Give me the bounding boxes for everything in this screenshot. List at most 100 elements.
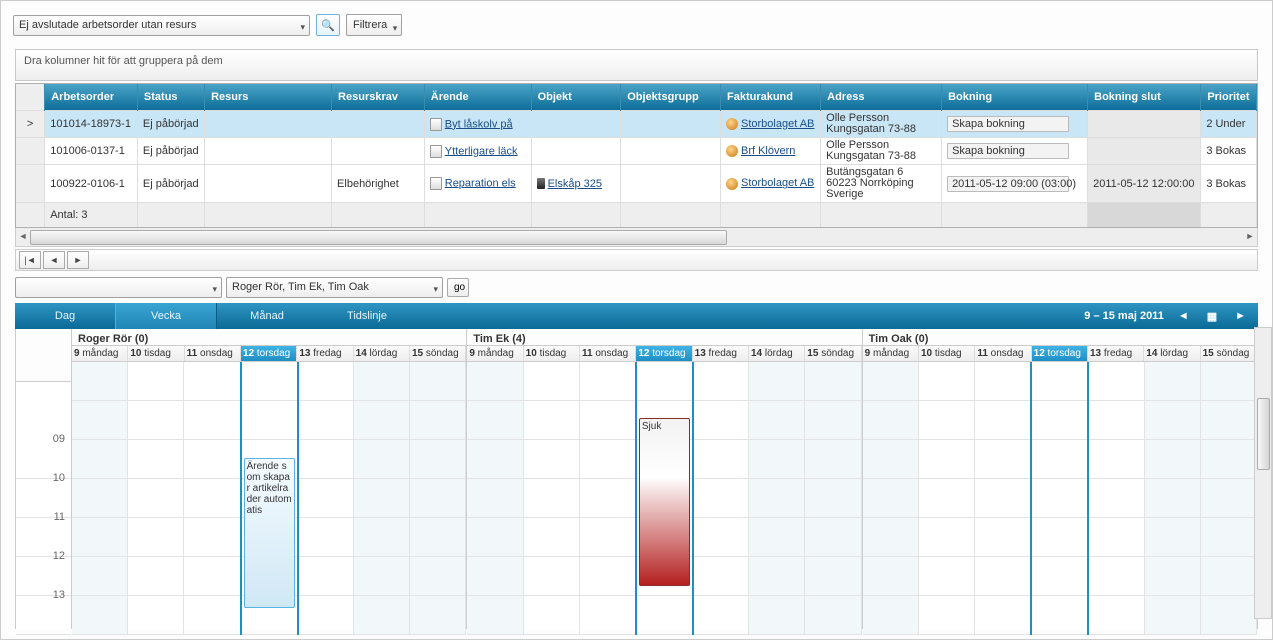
scroll-thumb[interactable]: [1257, 398, 1270, 470]
cell: Butängsgatan 6 60223 Norrköping Sverige: [821, 165, 942, 203]
resource-name: Tim Oak (0): [863, 329, 1257, 345]
tab-timeline[interactable]: Tidslinje: [317, 303, 417, 329]
booking-cell[interactable]: Skapa bokning: [942, 138, 1088, 165]
customer-icon: [726, 178, 738, 190]
cell-link[interactable]: Storbolaget AB: [720, 111, 820, 138]
hour-label: 11: [54, 511, 65, 523]
tab-month[interactable]: Månad: [217, 303, 317, 329]
col-bokning-slut[interactable]: Bokning slut: [1088, 84, 1201, 111]
cell: 101006-0137-1: [45, 138, 138, 165]
col-prioritet[interactable]: Prioritet: [1201, 84, 1257, 111]
table-row[interactable]: 101006-0137-1 Ej påbörjad Ytterligare lä…: [16, 138, 1257, 165]
cell: Ej påbörjad: [137, 111, 204, 138]
nav-prev-button[interactable]: ◄: [43, 251, 65, 269]
object-icon: [537, 178, 545, 189]
col-fakturakund[interactable]: Fakturakund: [720, 84, 820, 111]
col-arbetsorder[interactable]: Arbetsorder: [45, 84, 138, 111]
prev-week-button[interactable]: ◄: [1174, 310, 1193, 322]
total-label: Antal: 3: [45, 203, 138, 228]
total-row: Antal: 3: [16, 203, 1257, 228]
cell: [531, 138, 621, 165]
resource-name: Tim Ek (4): [467, 329, 861, 345]
col-status[interactable]: Status: [137, 84, 204, 111]
col-bokning[interactable]: Bokning: [942, 84, 1088, 111]
col-objekt[interactable]: Objekt: [531, 84, 621, 111]
cell: 3 Bokas: [1201, 165, 1257, 203]
cell: [1088, 111, 1201, 138]
grid-header-row: Arbetsorder Status Resurs Resurskrav Äre…: [16, 84, 1257, 111]
cell: Ej påbörjad: [137, 165, 204, 203]
cell: 2011-05-12 12:00:00: [1088, 165, 1201, 203]
table-row[interactable]: 100922-0106-1 Ej påbörjad Elbehörighet R…: [16, 165, 1257, 203]
cell: Elbehörighet: [332, 165, 425, 203]
cell: 3 Bokas: [1201, 138, 1257, 165]
cell: Ej påbörjad: [137, 138, 204, 165]
group-by-bar[interactable]: Dra kolumner hit för att gruppera på dem: [15, 49, 1258, 81]
search-icon[interactable]: 🔍: [316, 14, 340, 36]
cell: 2 Under: [1201, 111, 1257, 138]
next-week-button[interactable]: ►: [1231, 310, 1250, 322]
date-range-label: 9 – 15 maj 2011: [1084, 310, 1164, 322]
cell: 100922-0106-1: [45, 165, 138, 203]
resource-column: Roger Rör (0) 9 måndag 10 tisdag 11 onsd…: [72, 329, 467, 629]
hour-label: 13: [53, 589, 65, 601]
left-empty-combo[interactable]: [15, 277, 222, 298]
booking-cell[interactable]: Skapa bokning: [942, 111, 1088, 138]
go-button[interactable]: go: [447, 278, 469, 297]
cell-link[interactable]: Brf Klövern: [720, 138, 820, 165]
cell: [332, 111, 425, 138]
cell: [621, 111, 721, 138]
row-indicator: >: [16, 111, 45, 138]
resource-column: Tim Oak (0) 9 måndag 10 tisdag 11 onsdag…: [863, 329, 1258, 629]
filter-combo[interactable]: Ej avslutade arbetsorder utan resurs: [13, 15, 310, 36]
doc-icon: [430, 177, 442, 190]
customer-icon: [726, 145, 738, 157]
tab-week[interactable]: Vecka: [115, 303, 217, 329]
scroll-left-icon[interactable]: ◄: [16, 229, 30, 244]
calendar-event[interactable]: Sjuk: [639, 418, 690, 586]
col-resurs[interactable]: Resurs: [205, 84, 332, 111]
day-header-row: 9 måndag 10 tisdag 11 onsdag 12 torsdag …: [72, 345, 466, 362]
tab-day[interactable]: Dag: [15, 303, 115, 329]
scroll-thumb[interactable]: [30, 230, 727, 245]
cell: [531, 111, 621, 138]
cell: [332, 138, 425, 165]
col-resurskrav[interactable]: Resurskrav: [332, 84, 425, 111]
col-objektsgrupp[interactable]: Objektsgrupp: [621, 84, 721, 111]
grid-h-scrollbar[interactable]: ◄ ►: [15, 228, 1258, 247]
resource-column: Tim Ek (4) 9 måndag 10 tisdag 11 onsdag …: [467, 329, 862, 629]
calendar-v-scrollbar[interactable]: [1254, 327, 1272, 619]
scroll-right-icon[interactable]: ►: [1243, 229, 1257, 244]
cell-link[interactable]: Elskåp 325: [531, 165, 621, 203]
cell: 101014-18973-1: [45, 111, 138, 138]
cell-link[interactable]: Reparation els: [424, 165, 531, 203]
col-arende[interactable]: Ärende: [424, 84, 531, 111]
resource-combo[interactable]: Roger Rör, Tim Ek, Tim Oak: [226, 277, 443, 298]
calendar-event[interactable]: Ärende som skapar artikelrader automatis: [244, 458, 295, 608]
doc-icon: [430, 118, 442, 131]
customer-icon: [726, 118, 738, 130]
grid-nav-bar: |◄ ◄ ►: [15, 249, 1258, 271]
nav-next-button[interactable]: ►: [67, 251, 89, 269]
col-adress[interactable]: Adress: [821, 84, 942, 111]
cell: Olle Persson Kungsgatan 73-88: [821, 111, 942, 138]
nav-first-button[interactable]: |◄: [19, 251, 41, 269]
cell: Olle Persson Kungsgatan 73-88: [821, 138, 942, 165]
doc-icon: [430, 145, 442, 158]
calendar: 09 10 11 12 13 Roger Rör (0) 9 måndag 10…: [15, 329, 1258, 629]
cell-link[interactable]: Storbolaget AB: [720, 165, 820, 203]
resource-name: Roger Rör (0): [72, 329, 466, 345]
cell: [1088, 138, 1201, 165]
cell: [205, 138, 332, 165]
calendar-icon[interactable]: ▦: [1203, 310, 1221, 323]
hour-label: 12: [53, 550, 65, 562]
cell-link[interactable]: Ytterligare läck: [424, 138, 531, 165]
cell: [621, 138, 721, 165]
hour-label: 10: [53, 472, 65, 484]
cell-link[interactable]: Byt låskolv på: [424, 111, 531, 138]
filter-button[interactable]: Filtrera: [346, 14, 402, 36]
workorder-grid: Arbetsorder Status Resurs Resurskrav Äre…: [15, 83, 1258, 228]
table-row[interactable]: > 101014-18973-1 Ej påbörjad Byt låskolv…: [16, 111, 1257, 138]
booking-cell[interactable]: 2011-05-12 09:00 (03:00): [942, 165, 1088, 203]
hour-label: 09: [53, 433, 65, 445]
